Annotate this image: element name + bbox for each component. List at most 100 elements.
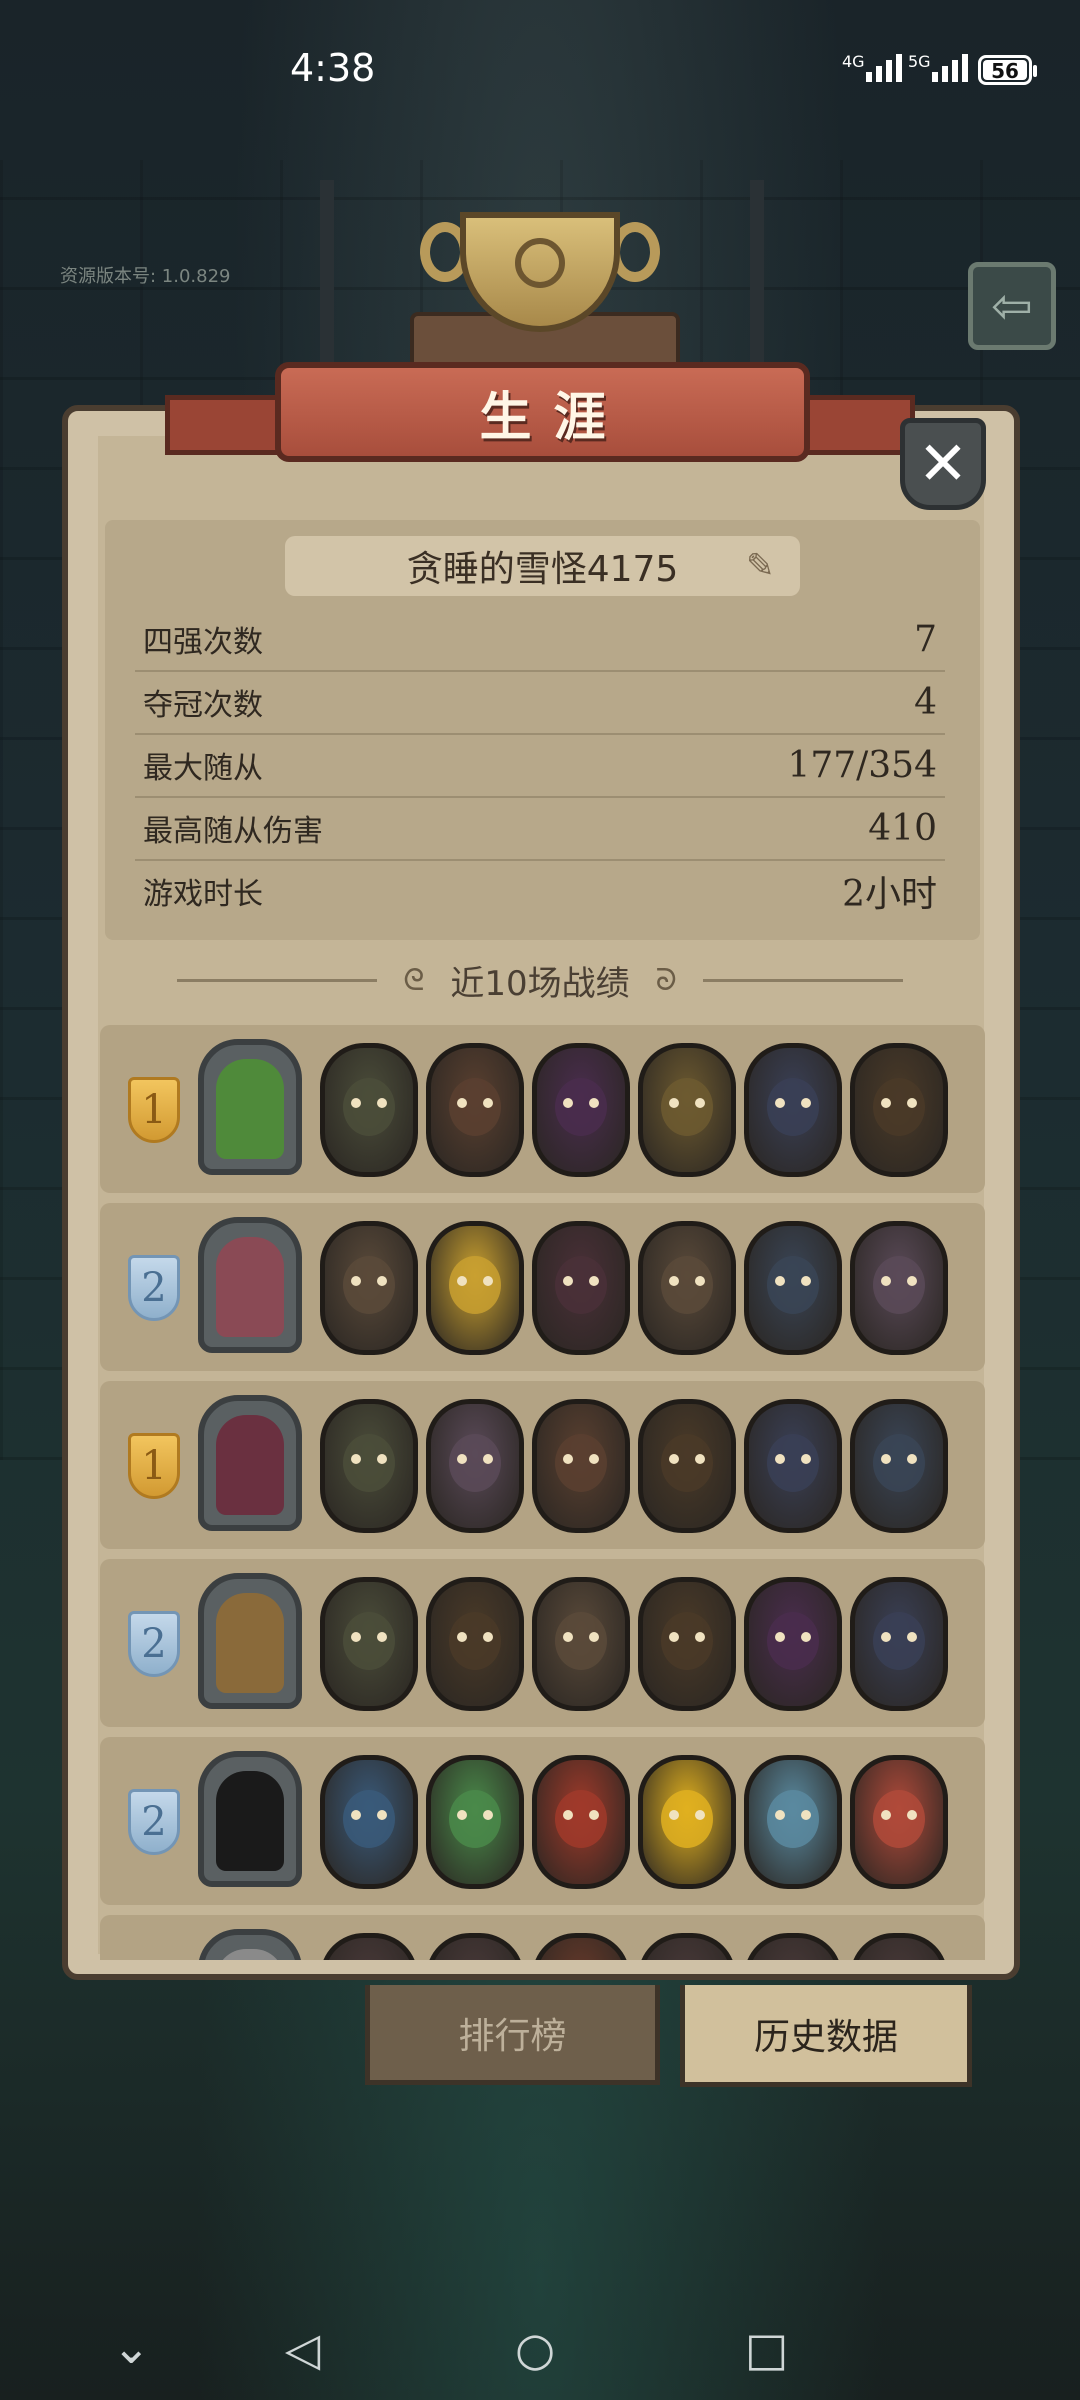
minion-eye [377, 1632, 387, 1642]
minion-portrait[interactable] [532, 1577, 630, 1711]
match-row[interactable] [100, 1915, 985, 1960]
back-button[interactable]: ⇦ [968, 262, 1056, 350]
back-nav-icon[interactable]: ◁ [285, 2322, 320, 2376]
divider [177, 978, 378, 982]
minion-portrait[interactable] [426, 1221, 524, 1355]
hero-portrait[interactable] [198, 1573, 302, 1709]
minion-portrait[interactable] [638, 1043, 736, 1177]
system-nav-bar: ⌄ ◁ ○ □ [0, 2300, 1080, 2400]
minion-portrait[interactable] [426, 1933, 524, 1960]
match-row[interactable]: 1 [100, 1381, 985, 1549]
stat-value: 4 [914, 681, 937, 723]
page-title: 生涯 [479, 387, 628, 448]
minion-portrait[interactable] [532, 1755, 630, 1889]
minion-portrait[interactable] [744, 1755, 842, 1889]
minion-portrait[interactable] [744, 1399, 842, 1533]
minion-portrait[interactable] [532, 1399, 630, 1533]
hero-art [216, 1237, 284, 1337]
minion-eye [483, 1632, 493, 1642]
minion-eye [457, 1810, 467, 1820]
recents-nav-icon[interactable]: □ [745, 2322, 788, 2376]
match-row[interactable]: 1 [100, 1025, 985, 1193]
stat-label: 最大随从 [143, 751, 263, 786]
hero-portrait[interactable] [198, 1751, 302, 1887]
stat-label: 四强次数 [143, 625, 263, 660]
home-nav-icon[interactable]: ○ [515, 2322, 555, 2376]
section-title: 近10场战绩 [450, 963, 630, 1004]
chevron-down-icon[interactable]: ⌄ [112, 2320, 151, 2374]
minion-portrait[interactable] [638, 1577, 736, 1711]
minion-eye [775, 1454, 785, 1464]
tab-leaderboard[interactable]: 排行榜 [365, 1985, 660, 2085]
close-button[interactable]: ✕ [900, 418, 986, 510]
placement-badge: 1 [128, 1077, 180, 1143]
signal-icon-2 [932, 54, 968, 82]
player-name: 贪睡的雪怪4175 [406, 549, 679, 590]
minion-portrait[interactable] [744, 1933, 842, 1960]
minion-portrait[interactable] [320, 1043, 418, 1177]
battery-level: 56 [983, 60, 1027, 82]
placement-badge: 2 [128, 1789, 180, 1855]
stats-card: 贪睡的雪怪4175 ✎ 四强次数 7 夺冠次数 4 最大随从 177/354 最… [105, 520, 980, 940]
minion-portrait[interactable] [320, 1933, 418, 1960]
minion-portrait[interactable] [638, 1399, 736, 1533]
minion-eye [457, 1098, 467, 1108]
minion-art [555, 1790, 607, 1848]
minion-portrait[interactable] [850, 1399, 948, 1533]
minion-eye [907, 1276, 917, 1286]
minion-portrait[interactable] [744, 1043, 842, 1177]
minion-portrait[interactable] [320, 1577, 418, 1711]
match-history-list[interactable]: 1 2 1 2 2 [100, 1025, 985, 1960]
tab-history[interactable]: 历史数据 [680, 1985, 972, 2087]
minion-portrait[interactable] [850, 1221, 948, 1355]
minion-portrait[interactable] [320, 1221, 418, 1355]
minion-portrait[interactable] [638, 1755, 736, 1889]
minion-portrait[interactable] [850, 1755, 948, 1889]
minion-eye [775, 1810, 785, 1820]
minion-portrait[interactable] [638, 1933, 736, 1960]
close-icon: ✕ [917, 429, 969, 499]
minion-art [343, 1078, 395, 1136]
minion-portrait[interactable] [532, 1043, 630, 1177]
minion-eye [775, 1098, 785, 1108]
minion-portrait[interactable] [638, 1221, 736, 1355]
minion-portrait[interactable] [320, 1755, 418, 1889]
minion-eye [483, 1454, 493, 1464]
hero-portrait[interactable] [198, 1929, 302, 1960]
minion-art [873, 1434, 925, 1492]
hero-portrait[interactable] [198, 1217, 302, 1353]
minion-art [343, 1790, 395, 1848]
minion-art [767, 1790, 819, 1848]
minion-art [555, 1256, 607, 1314]
status-bar: 4:38 4G 5G 56 [0, 0, 1080, 130]
minion-art [449, 1078, 501, 1136]
minion-portrait[interactable] [850, 1577, 948, 1711]
match-row[interactable]: 2 [100, 1737, 985, 1905]
minion-portrait[interactable] [320, 1399, 418, 1533]
swirl-icon: ᘓ [403, 962, 425, 998]
minion-portrait[interactable] [426, 1577, 524, 1711]
minion-eye [907, 1632, 917, 1642]
minion-portrait[interactable] [532, 1933, 630, 1960]
pencil-icon[interactable]: ✎ [746, 546, 782, 586]
match-row[interactable]: 2 [100, 1203, 985, 1371]
minion-portrait[interactable] [744, 1577, 842, 1711]
minion-eye [881, 1810, 891, 1820]
battery-icon: 56 [978, 55, 1037, 85]
minion-eye [801, 1810, 811, 1820]
minion-portrait[interactable] [532, 1221, 630, 1355]
minion-portrait[interactable] [850, 1933, 948, 1960]
minion-portrait[interactable] [426, 1399, 524, 1533]
minion-eye [669, 1632, 679, 1642]
minion-portrait[interactable] [744, 1221, 842, 1355]
minion-art [343, 1612, 395, 1670]
minion-eye [881, 1276, 891, 1286]
arrow-left-icon: ⇦ [991, 277, 1033, 335]
minion-portrait[interactable] [426, 1755, 524, 1889]
hero-portrait[interactable] [198, 1039, 302, 1175]
minion-art [661, 1256, 713, 1314]
minion-portrait[interactable] [850, 1043, 948, 1177]
hero-portrait[interactable] [198, 1395, 302, 1531]
minion-portrait[interactable] [426, 1043, 524, 1177]
match-row[interactable]: 2 [100, 1559, 985, 1727]
